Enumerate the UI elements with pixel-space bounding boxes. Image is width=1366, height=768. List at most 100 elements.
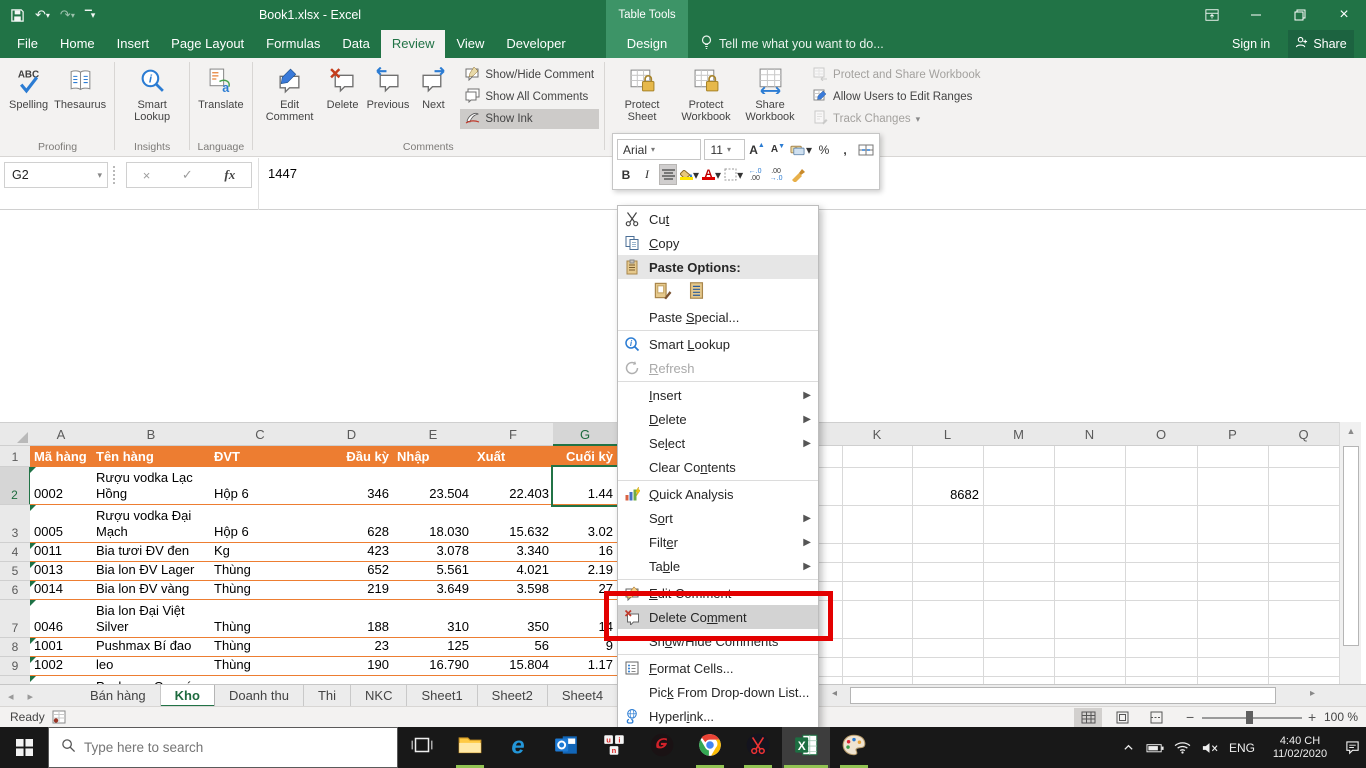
cell-A3[interactable]: 0005 <box>30 505 93 543</box>
cell-D6[interactable]: 219 <box>310 581 394 600</box>
column-header-N[interactable]: N <box>1054 422 1126 446</box>
name-box-splitter[interactable] <box>113 166 115 184</box>
column-header-O[interactable]: O <box>1125 422 1198 446</box>
cell-E3[interactable]: 18.030 <box>393 505 474 543</box>
row-header-4[interactable]: 4 <box>0 543 31 562</box>
menu-item-pick-from-drop-down-list[interactable]: Pick From Drop-down List... <box>618 680 818 704</box>
font-size-select[interactable]: 11▾ <box>704 139 745 160</box>
center-align-icon[interactable] <box>659 164 677 185</box>
menu-item-quick-analysis[interactable]: Quick Analysis <box>618 482 818 506</box>
tell-me-box[interactable]: Tell me what you want to do... <box>700 30 884 58</box>
ribbon-button-spelling[interactable]: ABCSpelling <box>6 61 51 113</box>
cell-A4[interactable]: 0011 <box>30 543 93 562</box>
sheet-tab-sheet2[interactable]: Sheet2 <box>478 685 548 707</box>
column-header-L[interactable]: L <box>912 422 984 446</box>
sheet-tab-doanh-thu[interactable]: Doanh thu <box>215 685 304 707</box>
cell-B4[interactable]: Bia tươi ĐV đen <box>92 543 211 562</box>
cell-G8[interactable]: 9 <box>553 638 618 657</box>
cell-E9[interactable]: 16.790 <box>393 657 474 676</box>
cell-A6[interactable]: 0014 <box>30 581 93 600</box>
menu-item-show-hide-comments[interactable]: Show/Hide Comments <box>618 629 818 653</box>
hscroll-right-icon[interactable]: ▸ <box>1310 688 1315 699</box>
ribbon-button-translate[interactable]: aTranslate <box>195 61 246 113</box>
menu-item-edit-comment[interactable]: Edit Comment <box>618 581 818 605</box>
table-header-c[interactable]: ĐVT <box>210 446 311 467</box>
zoom-in-icon[interactable]: + <box>1308 707 1316 727</box>
taskbar-app-snipping-tool[interactable] <box>734 727 782 768</box>
menu-item-filter[interactable]: Filter▶ <box>618 530 818 554</box>
ribbon-button-delete[interactable]: Delete <box>322 61 364 113</box>
ribbon-toggle-show-ink[interactable]: Show Ink <box>460 109 599 129</box>
menu-item-copy[interactable]: Copy <box>618 231 818 255</box>
column-header-P[interactable]: P <box>1197 422 1269 446</box>
cell-E5[interactable]: 5.561 <box>393 562 474 581</box>
tab-developer[interactable]: Developer <box>495 30 576 58</box>
sheet-tab-kho[interactable]: Kho <box>161 685 215 707</box>
font-color-icon[interactable]: A▾ <box>702 164 721 185</box>
cell-A2[interactable]: 0002 <box>30 467 93 505</box>
column-header-E[interactable]: E <box>393 422 474 446</box>
column-header-C[interactable]: C <box>210 422 311 446</box>
customize-quick-access-icon[interactable]: ▔▾ <box>85 10 94 21</box>
menu-item-paste-options[interactable]: Paste Options: <box>618 255 818 279</box>
cell-B7[interactable]: Bia lon Đại Việt Silver <box>92 600 211 638</box>
font-name-select[interactable]: Arial▾ <box>617 139 701 160</box>
sign-in-link[interactable]: Sign in <box>1232 30 1270 58</box>
fill-color-icon[interactable]: ▾ <box>680 164 699 185</box>
cell-E4[interactable]: 3.078 <box>393 543 474 562</box>
taskbar-app-garena[interactable] <box>638 727 686 768</box>
increase-font-icon[interactable]: A▲ <box>748 139 766 160</box>
cell-F9[interactable]: 15.804 <box>473 657 554 676</box>
cell-C2[interactable]: Hộp 6 <box>210 467 311 505</box>
paste-formatting-button[interactable] <box>649 280 676 304</box>
cell-B6[interactable]: Bia lon ĐV vàng <box>92 581 211 600</box>
format-painter-icon[interactable] <box>788 164 806 185</box>
cell-G7[interactable]: 14 <box>553 600 618 638</box>
volume-muted-icon[interactable] <box>1196 727 1223 768</box>
comma-style-icon[interactable]: , <box>836 139 854 160</box>
cell-G9[interactable]: 1.17 <box>553 657 618 676</box>
sheet-tab-b-n-h-ng[interactable]: Bán hàng <box>76 685 161 707</box>
cell-A8[interactable]: 1001 <box>30 638 93 657</box>
formula-input[interactable]: 1447 <box>268 162 297 186</box>
cell-F6[interactable]: 3.598 <box>473 581 554 600</box>
name-box[interactable]: G2▾ <box>4 162 108 188</box>
taskbar-app-unikey[interactable]: uin <box>590 727 638 768</box>
cell-F4[interactable]: 3.340 <box>473 543 554 562</box>
start-button[interactable] <box>0 727 48 768</box>
tab-page-layout[interactable]: Page Layout <box>160 30 255 58</box>
cell-D5[interactable]: 652 <box>310 562 394 581</box>
column-header-B[interactable]: B <box>92 422 211 446</box>
ribbon-button-share-workbook[interactable]: Share Workbook <box>738 61 802 125</box>
cell-F8[interactable]: 56 <box>473 638 554 657</box>
taskbar-search[interactable] <box>48 727 398 768</box>
cell-C5[interactable]: Thùng <box>210 562 311 581</box>
column-header-K[interactable]: K <box>842 422 913 446</box>
page-break-view-icon[interactable] <box>1142 708 1170 727</box>
sheet-tab-sheet4[interactable]: Sheet4 <box>548 685 618 707</box>
borders-icon[interactable]: ▾ <box>724 164 743 185</box>
normal-view-icon[interactable] <box>1074 708 1102 727</box>
cell-E2[interactable]: 23.504 <box>393 467 474 505</box>
ribbon-display-options-icon[interactable] <box>1190 0 1234 30</box>
menu-item-select[interactable]: Select▶ <box>618 431 818 455</box>
search-input[interactable] <box>84 740 354 755</box>
tab-review[interactable]: Review <box>381 30 446 58</box>
cell-B9[interactable]: Pushmax Chanh leo <box>92 657 211 676</box>
cell-C9[interactable]: Thùng <box>210 657 311 676</box>
cell-E6[interactable]: 3.649 <box>393 581 474 600</box>
tab-formulas[interactable]: Formulas <box>255 30 331 58</box>
zoom-out-icon[interactable]: − <box>1186 707 1194 727</box>
page-layout-view-icon[interactable] <box>1108 708 1136 727</box>
row-header-3[interactable]: 3 <box>0 505 31 543</box>
table-header-d[interactable]: Đầu kỳ <box>310 446 394 467</box>
cancel-entry-icon[interactable]: × <box>143 168 151 183</box>
battery-icon[interactable] <box>1142 727 1169 768</box>
percent-style-icon[interactable]: % <box>815 139 833 160</box>
bold-icon[interactable]: B <box>617 164 635 185</box>
tab-file[interactable]: File <box>6 30 49 58</box>
taskbar-app-task-view[interactable] <box>398 727 446 768</box>
action-center-icon[interactable] <box>1339 727 1366 768</box>
ribbon-button-thesaurus[interactable]: Thesaurus <box>51 61 109 113</box>
cell-D8[interactable]: 23 <box>310 638 394 657</box>
